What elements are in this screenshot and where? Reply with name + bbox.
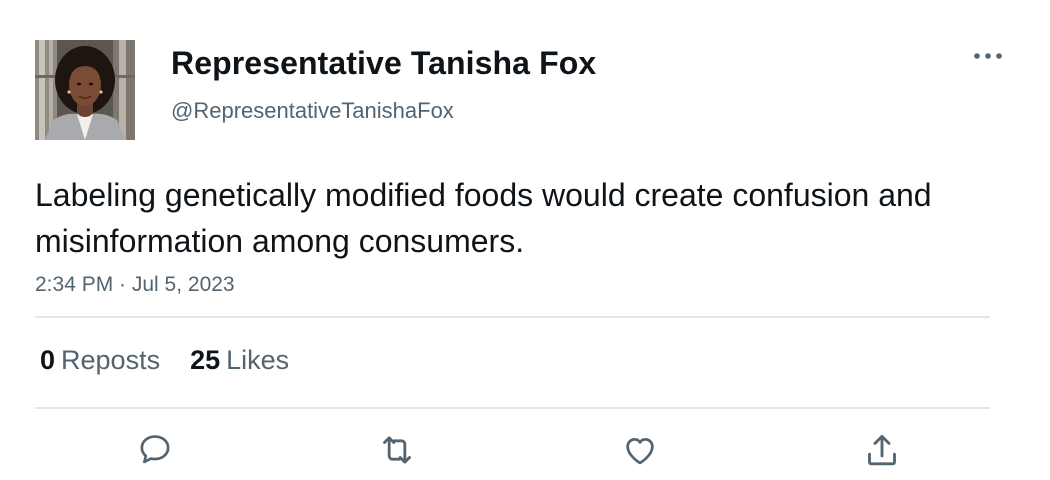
- more-options-button[interactable]: [968, 42, 1008, 70]
- reply-button[interactable]: [133, 428, 177, 472]
- divider: [35, 407, 990, 409]
- user-handle[interactable]: @RepresentativeTanishaFox: [171, 97, 454, 125]
- divider: [35, 316, 990, 318]
- engagement-stats: 0 Reposts 25 Likes: [40, 343, 289, 377]
- profile-photo-icon: [35, 40, 135, 140]
- likes-label: Likes: [226, 345, 290, 375]
- avatar[interactable]: [35, 40, 135, 140]
- reposts-label: Reposts: [61, 345, 161, 375]
- post-text: Labeling genetically modified foods woul…: [35, 177, 932, 259]
- post-timestamp[interactable]: 2:34 PM · Jul 5, 2023: [35, 271, 235, 299]
- likes-stat[interactable]: 25 Likes: [190, 343, 289, 377]
- repost-button[interactable]: [375, 428, 419, 472]
- reposts-stat[interactable]: 0 Reposts: [40, 343, 160, 377]
- ellipsis-icon: [974, 53, 1002, 59]
- likes-count: 25: [190, 345, 221, 375]
- like-button[interactable]: [618, 428, 662, 472]
- repost-arrows-icon: [383, 436, 411, 464]
- display-name[interactable]: Representative Tanisha Fox: [171, 44, 596, 82]
- reposts-count: 0: [40, 345, 56, 375]
- share-upload-icon: [868, 434, 896, 466]
- speech-bubble-icon: [140, 435, 170, 464]
- share-button[interactable]: [860, 428, 904, 472]
- heart-icon: [626, 438, 654, 465]
